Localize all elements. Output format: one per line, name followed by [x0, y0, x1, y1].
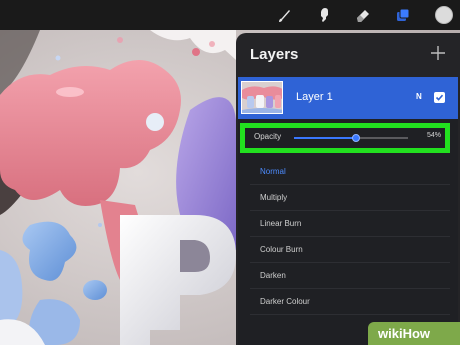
layers-tool-button[interactable] — [391, 3, 415, 27]
opacity-control-highlighted: Opacity 54% — [240, 123, 450, 153]
blend-mode-list: Normal Multiply Linear Burn Colour Burn … — [250, 159, 450, 315]
blend-mode-linear-burn[interactable]: Linear Burn — [250, 211, 450, 237]
color-swatch-icon — [435, 6, 453, 24]
layer-row[interactable]: Layer 1 N — [238, 77, 458, 119]
layer-visibility-checkbox[interactable] — [434, 92, 445, 103]
blend-mode-normal[interactable]: Normal — [250, 159, 450, 185]
watermark-prefix: wiki — [378, 326, 403, 341]
eraser-tool-button[interactable] — [351, 3, 375, 27]
layer-settings-popover: Opacity 54% Normal Multiply Linear Burn … — [238, 119, 458, 345]
add-layer-button[interactable] — [428, 43, 448, 63]
brush-icon — [279, 10, 290, 22]
top-toolbar — [0, 0, 460, 30]
color-swatch-button[interactable] — [432, 3, 456, 27]
smudge-tool-button[interactable] — [312, 3, 336, 27]
checkmark-icon — [435, 94, 444, 101]
layers-panel-header: Layers — [236, 33, 460, 77]
opacity-slider-fill — [294, 137, 356, 139]
layers-panel-title: Layers — [250, 46, 299, 63]
blend-mode-colour-burn[interactable]: Colour Burn — [250, 237, 450, 263]
brush-tool-button[interactable] — [273, 3, 297, 27]
layer-thumbnail — [241, 81, 283, 114]
opacity-slider-handle[interactable] — [351, 134, 360, 142]
opacity-slider[interactable] — [294, 134, 408, 142]
opacity-label: Opacity — [254, 132, 282, 141]
watermark-suffix: How — [402, 326, 431, 341]
layer-thumbnail-image — [242, 82, 282, 113]
eraser-icon — [357, 10, 369, 22]
blend-mode-multiply[interactable]: Multiply — [250, 185, 450, 211]
layer-blend-mode-letter[interactable]: N — [416, 92, 422, 101]
blend-mode-darker-colour[interactable]: Darker Colour — [250, 289, 450, 315]
layers-panel: Layers Layer 1 N Opacity 54% Normal Mult… — [236, 33, 460, 345]
wikihow-watermark: wikiHow — [368, 322, 460, 345]
layers-icon — [397, 8, 410, 21]
plus-icon — [431, 46, 445, 60]
layer-name: Layer 1 — [296, 91, 333, 103]
smudge-icon — [321, 8, 328, 22]
blend-mode-darken[interactable]: Darken — [250, 263, 450, 289]
opacity-value: 54% — [427, 132, 442, 139]
